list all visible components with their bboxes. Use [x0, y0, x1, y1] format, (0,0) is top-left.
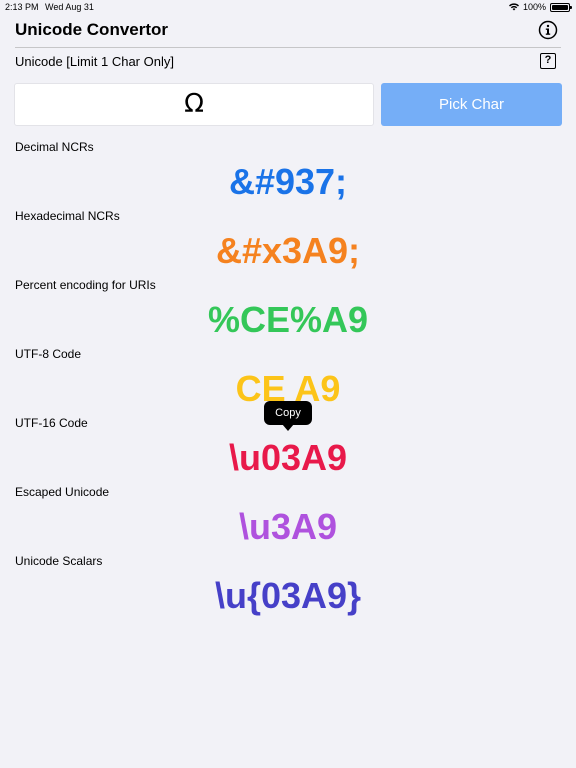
- char-input[interactable]: Ω: [14, 83, 374, 126]
- battery-icon: [550, 2, 572, 12]
- page-title: Unicode Convertor: [15, 20, 169, 39]
- status-bar: 2:13 PM Wed Aug 31 100%: [0, 0, 576, 14]
- conversion-value-escaped-unicode[interactable]: \u3A9: [0, 507, 576, 547]
- conversion-value-utf16[interactable]: \u03A9: [0, 438, 576, 478]
- status-date: Wed Aug 31: [45, 2, 94, 12]
- status-right: 100%: [508, 0, 572, 14]
- conversion-value-hex-ncrs[interactable]: &#x3A9;: [0, 231, 576, 271]
- conversion-label-decimal-ncrs: Decimal NCRs: [15, 140, 94, 154]
- pick-char-button[interactable]: Pick Char: [381, 83, 562, 126]
- status-time: 2:13 PM: [5, 2, 39, 12]
- conversion-value-decimal-ncrs[interactable]: &#937;: [0, 162, 576, 202]
- conversion-value-unicode-scalars[interactable]: \u{03A9}: [0, 576, 576, 616]
- nav-divider: [15, 47, 561, 48]
- info-icon[interactable]: [538, 20, 558, 40]
- conversion-label-utf8: UTF-8 Code: [15, 347, 82, 361]
- input-label: Unicode [Limit 1 Char Only]: [15, 54, 174, 69]
- conversion-label-utf16: UTF-16 Code: [15, 416, 88, 430]
- copy-tooltip[interactable]: Copy: [264, 401, 312, 425]
- wifi-icon: [508, 3, 519, 11]
- battery-percentage: 100%: [522, 2, 546, 12]
- copy-tooltip-arrow: [282, 424, 294, 431]
- conversion-label-percent-encoding: Percent encoding for URIs: [15, 278, 156, 292]
- conversion-value-percent-encoding[interactable]: %CE%A9: [0, 300, 576, 340]
- question-icon[interactable]: ?: [540, 53, 556, 69]
- conversion-label-escaped-unicode: Escaped Unicode: [15, 485, 110, 499]
- conversion-label-unicode-scalars: Unicode Scalars: [15, 554, 103, 568]
- conversion-label-hex-ncrs: Hexadecimal NCRs: [15, 209, 120, 223]
